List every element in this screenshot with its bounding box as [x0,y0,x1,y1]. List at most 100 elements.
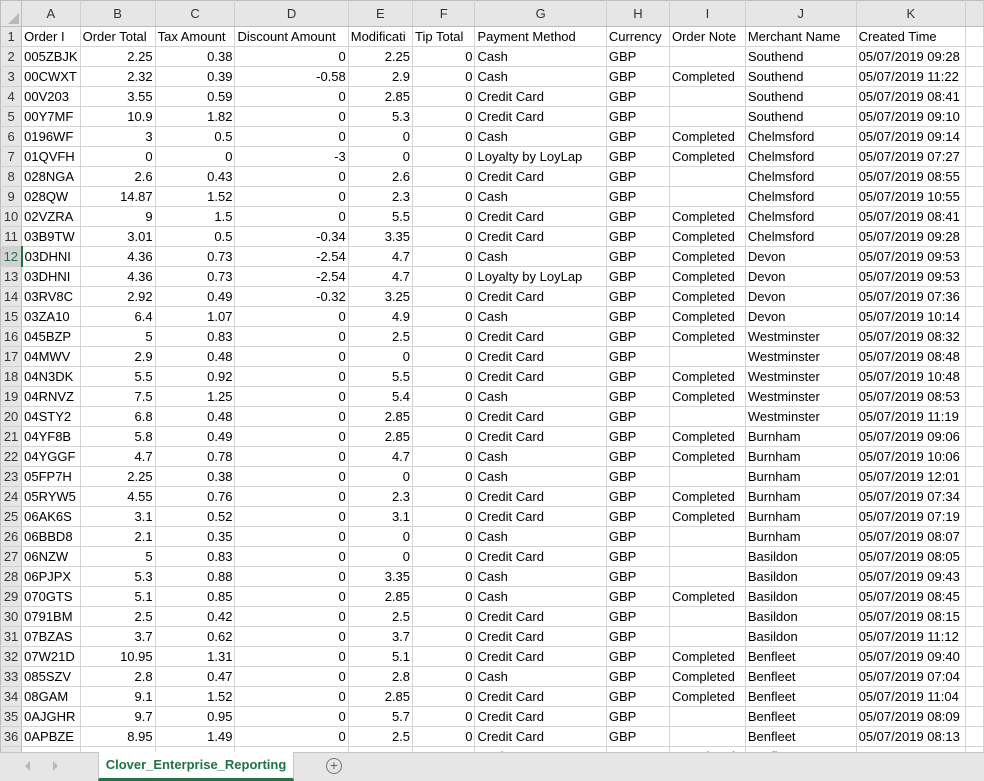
tip-total-cell[interactable]: 0 [412,466,476,487]
order-id-cell[interactable]: 03DHNI [21,266,81,287]
empty-cell[interactable] [965,186,984,207]
payment-method-cell[interactable]: Loyalty by LoyLap [474,266,607,287]
discount-amount-cell[interactable]: 0 [234,586,349,607]
row-number[interactable]: 10 [0,206,23,227]
discount-amount-cell[interactable]: 0 [234,726,349,747]
tax-amount-cell[interactable]: 0.85 [154,586,236,607]
column-header-c[interactable]: C [154,0,236,27]
empty-cell[interactable] [965,66,984,87]
created-time-cell[interactable]: 05/07/2019 08:05 [855,546,967,567]
merchant-name-cell[interactable]: Burnham [744,526,857,547]
tax-amount-cell[interactable]: 0.59 [154,86,236,107]
row-number[interactable]: 16 [0,326,23,347]
order-id-cell[interactable]: 04RNVZ [21,386,81,407]
tip-total-cell[interactable]: 0 [412,146,476,167]
tax-amount-cell[interactable]: 1.5 [154,206,236,227]
created-time-cell[interactable]: 05/07/2019 09:14 [855,126,967,147]
tip-total-cell[interactable]: 0 [412,226,476,247]
order-note-cell[interactable] [668,626,746,647]
tip-total-cell[interactable]: 0 [412,206,476,227]
empty-cell[interactable] [965,446,984,467]
currency-cell[interactable]: GBP [605,226,670,247]
currency-cell[interactable]: GBP [605,306,670,327]
payment-method-cell[interactable]: Cash [474,246,607,267]
merchant-name-cell[interactable]: Devon [744,306,857,327]
tip-total-cell[interactable]: 0 [412,686,476,707]
order-total-cell[interactable]: 3 [79,126,156,147]
tax-amount-cell[interactable]: 0.38 [154,466,236,487]
modification-cell[interactable]: 2.5 [347,726,414,747]
row-number[interactable]: 28 [0,566,23,587]
order-id-cell[interactable]: 028QW [21,186,81,207]
order-id-cell[interactable]: 0APBZE [21,726,81,747]
row-number[interactable]: 18 [0,366,23,387]
row-number[interactable]: 22 [0,446,23,467]
merchant-name-cell[interactable]: Basildon [744,586,857,607]
payment-method-cell[interactable]: Cash [474,66,607,87]
modification-cell[interactable]: 2.25 [347,46,414,67]
empty-cell[interactable] [965,526,984,547]
empty-cell[interactable] [965,506,984,527]
order-note-cell[interactable]: Completed [668,246,746,267]
empty-cell[interactable] [965,426,984,447]
column-header-f[interactable]: F [412,0,476,27]
discount-amount-cell[interactable]: 0 [234,466,349,487]
row-number[interactable]: 2 [0,46,23,67]
created-time-cell[interactable]: 05/07/2019 08:13 [855,726,967,747]
discount-amount-cell[interactable]: 0 [234,46,349,67]
payment-method-cell[interactable]: Credit Card [474,346,607,367]
discount-amount-cell[interactable]: 0 [234,306,349,327]
empty-cell[interactable] [965,566,984,587]
order-id-cell[interactable]: 00Y7MF [21,106,81,127]
order-total-cell[interactable]: 4.36 [79,246,156,267]
tax-amount-cell[interactable]: 0.83 [154,546,236,567]
created-time-cell[interactable]: 05/07/2019 08:41 [855,86,967,107]
column-header-k[interactable]: K [855,0,967,27]
tax-amount-cell[interactable]: 0.83 [154,326,236,347]
created-time-cell[interactable]: 05/07/2019 10:06 [855,446,967,467]
order-note-cell[interactable]: Completed [668,586,746,607]
discount-amount-cell[interactable]: 0 [234,206,349,227]
row-number[interactable]: 6 [0,126,23,147]
row-number[interactable]: 35 [0,706,23,727]
tax-amount-cell[interactable]: 1.82 [154,106,236,127]
tax-amount-cell[interactable]: 0.78 [154,446,236,467]
modification-cell[interactable]: 2.3 [347,186,414,207]
order-note-cell[interactable]: Completed [668,266,746,287]
discount-amount-cell[interactable]: -2.54 [234,266,349,287]
modification-cell[interactable]: 2.6 [347,166,414,187]
modification-cell[interactable]: 0 [347,346,414,367]
payment-method-cell[interactable]: Credit Card [474,86,607,107]
column-header-i[interactable]: I [668,0,746,27]
payment-method-cell[interactable]: Loyalty by LoyLap [474,146,607,167]
empty-cell[interactable] [965,226,984,247]
merchant-name-cell[interactable]: Devon [744,266,857,287]
order-total-cell[interactable]: 14.87 [79,186,156,207]
merchant-name-cell[interactable]: Basildon [744,626,857,647]
row-number[interactable]: 7 [0,146,23,167]
currency-cell[interactable]: GBP [605,406,670,427]
payment-method-cell[interactable]: Cash [474,466,607,487]
payment-method-cell[interactable]: Cash [474,186,607,207]
merchant-name-cell[interactable]: Basildon [744,606,857,627]
tax-amount-cell[interactable]: 0.43 [154,166,236,187]
payment-method-cell[interactable]: Credit Card [474,106,607,127]
created-time-cell[interactable]: 05/07/2019 08:15 [855,606,967,627]
created-time-cell[interactable]: 05/07/2019 08:41 [855,206,967,227]
discount-amount-cell[interactable]: -0.32 [234,286,349,307]
order-total-cell[interactable]: 2.32 [79,66,156,87]
merchant-name-cell[interactable]: Westminster [744,346,857,367]
created-time-cell[interactable]: 05/07/2019 08:07 [855,526,967,547]
discount-amount-cell[interactable]: 0 [234,666,349,687]
currency-cell[interactable]: GBP [605,486,670,507]
order-note-cell[interactable] [668,346,746,367]
tip-total-cell[interactable]: 0 [412,346,476,367]
order-note-cell[interactable] [668,466,746,487]
order-note-cell[interactable] [668,566,746,587]
modification-cell[interactable]: 3.7 [347,626,414,647]
tip-total-cell[interactable]: 0 [412,186,476,207]
created-time-cell[interactable]: 05/07/2019 09:43 [855,566,967,587]
discount-amount-cell[interactable]: 0 [234,106,349,127]
order-note-cell[interactable]: Completed [668,426,746,447]
order-total-cell[interactable]: 6.4 [79,306,156,327]
